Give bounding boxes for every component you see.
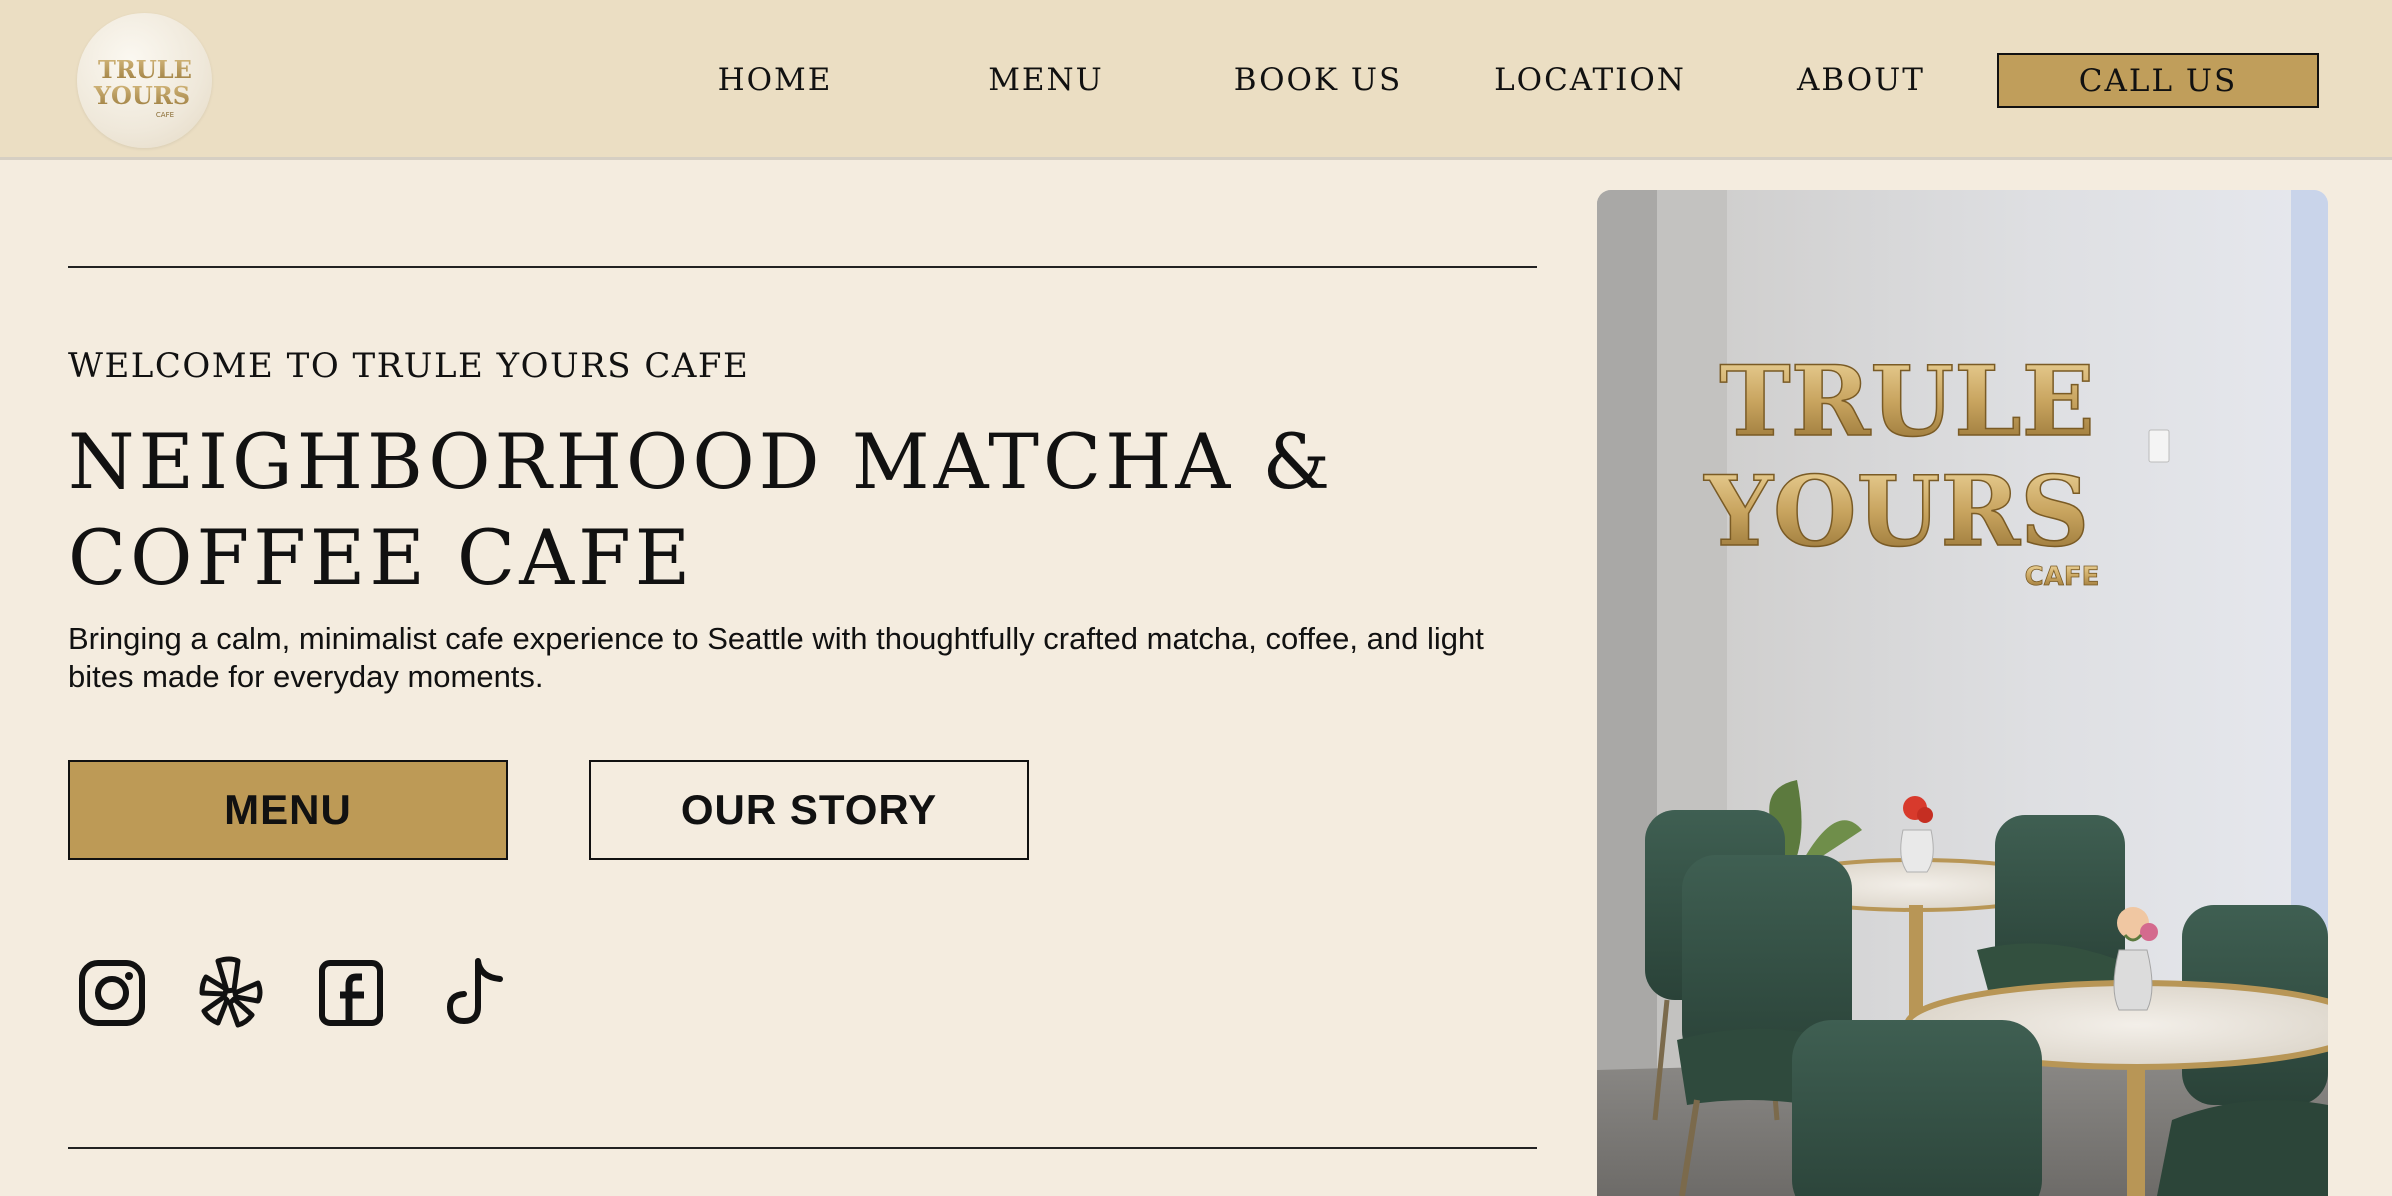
hero-headline: NEIGHBORHOOD MATCHA & COFFEE CAFE xyxy=(68,414,1368,606)
our-story-button[interactable]: OUR STORY xyxy=(589,760,1029,860)
instagram-icon[interactable] xyxy=(76,955,148,1031)
logo-emblem: TRULE YOURS CAFE xyxy=(93,55,192,119)
logo-line1: TRULE xyxy=(98,55,192,84)
facebook-icon[interactable] xyxy=(316,955,388,1031)
headline-line-1: NEIGHBORHOOD MATCHA & xyxy=(68,417,1335,506)
nav-location[interactable]: LOCATION xyxy=(1490,58,1690,102)
divider-top xyxy=(68,266,1537,268)
sign-line1: TRULE xyxy=(1719,345,2095,458)
cafe-logo[interactable]: TRULE YOURS CAFE xyxy=(77,13,212,148)
menu-button[interactable]: MENU xyxy=(68,760,508,860)
divider-bottom xyxy=(68,1147,1537,1149)
call-us-button[interactable]: CALL US xyxy=(1997,53,2319,108)
welcome-eyebrow: WELCOME TO TRULE YOURS CAFE xyxy=(68,346,750,386)
logo-line3: CAFE xyxy=(156,111,174,119)
wall-sign: TRULE YOURS CAFE xyxy=(1703,344,2100,592)
tiktok-icon[interactable] xyxy=(440,955,512,1031)
yelp-icon[interactable] xyxy=(196,955,268,1031)
nav-home[interactable]: HOME xyxy=(704,58,846,102)
site-header: TRULE YOURS CAFE HOME MENU BOOK US LOCAT… xyxy=(0,0,2392,160)
sign-line3: CAFE xyxy=(2025,562,2100,592)
logo-line2: YOURS xyxy=(93,81,190,110)
nav-book-us[interactable]: BOOK US xyxy=(1222,58,1414,102)
nav-menu[interactable]: MENU xyxy=(975,58,1117,102)
headline-line-2: COFFEE CAFE xyxy=(68,513,695,602)
nav-about[interactable]: ABOUT xyxy=(1790,58,1932,102)
hero-description: Bringing a calm, minimalist cafe experie… xyxy=(68,621,1484,694)
sign-line2: YOURS xyxy=(1704,455,2090,568)
cafe-interior-photo: TRULE YOURS CAFE xyxy=(1597,190,2328,1196)
